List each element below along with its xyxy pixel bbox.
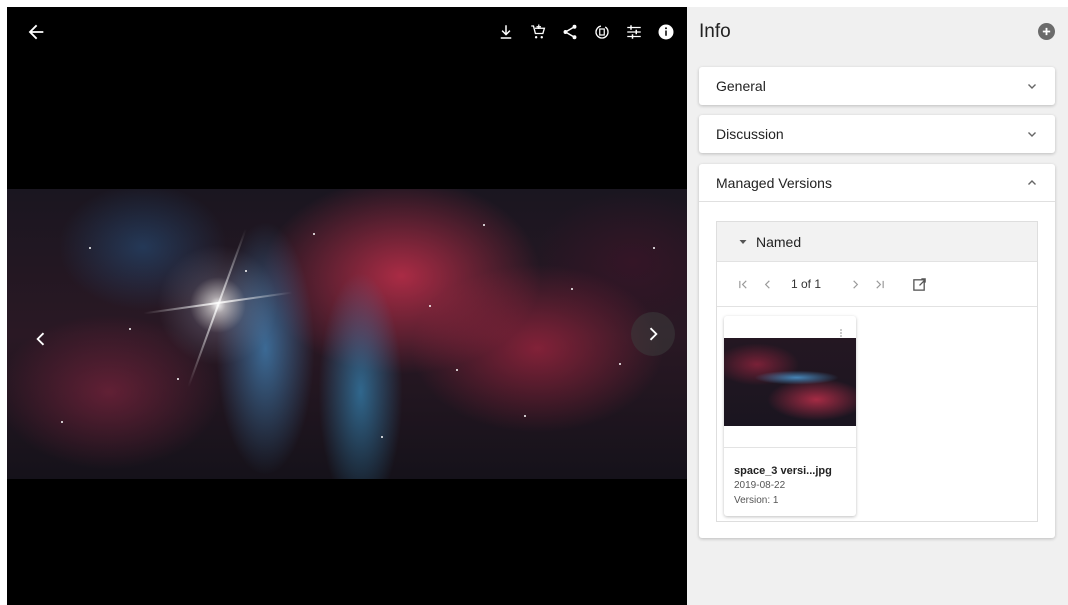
pagination: 1 of 1 [717,262,1037,307]
general-section-header[interactable]: General [699,67,1055,105]
open-external-icon[interactable] [907,272,931,296]
first-page-icon[interactable] [731,272,755,296]
previous-page-icon[interactable] [755,272,779,296]
version-card[interactable]: space_3 versi...jpg 2019-08-22 Version: … [724,316,856,516]
next-page-icon[interactable] [843,272,867,296]
general-section-label: General [716,78,766,94]
caret-down-icon [739,239,747,244]
chevron-left-icon [36,332,45,346]
info-icon[interactable] [655,21,677,43]
chevron-down-icon [1028,84,1036,89]
back-arrow-icon[interactable] [25,21,47,43]
version-file-name: space_3 versi...jpg [734,465,832,477]
managed-versions-label: Managed Versions [716,174,832,191]
more-options-icon[interactable] [838,328,844,338]
panel-title: Info [699,21,731,42]
version-number: Version: 1 [734,495,779,506]
nebula-image [7,189,687,479]
previous-image-button[interactable] [19,317,63,361]
chevron-right-icon [649,327,658,341]
version-thumbnail [724,338,856,426]
next-image-button[interactable] [631,312,675,356]
discussion-section-label: Discussion [716,126,784,142]
last-page-icon[interactable] [867,272,891,296]
share-icon[interactable] [559,21,581,43]
adjust-icon[interactable] [623,21,645,43]
add-to-cart-icon[interactable] [527,21,549,43]
named-group-label: Named [756,233,802,250]
viewer-toolbar [495,21,677,43]
named-versions-group: Named 1 of 1 space_3 versi...jpg 2019-08… [716,221,1038,522]
convert-icon[interactable] [591,21,613,43]
general-section: General [699,67,1055,105]
info-panel: Info General Discussion Managed Versions… [687,7,1068,605]
download-icon[interactable] [495,21,517,43]
image-viewer [7,7,687,605]
named-group-header[interactable]: Named [717,222,1037,262]
page-count: 1 of 1 [791,277,822,291]
discussion-section: Discussion [699,115,1055,153]
chevron-down-icon [1028,132,1036,137]
managed-versions-header[interactable]: Managed Versions [699,164,1055,202]
discussion-section-header[interactable]: Discussion [699,115,1055,153]
version-date: 2019-08-22 [734,480,786,491]
chevron-up-icon [1028,179,1036,185]
add-icon[interactable] [1038,23,1055,40]
managed-versions-section: Managed Versions Named 1 of 1 space_3 ve… [699,164,1055,538]
